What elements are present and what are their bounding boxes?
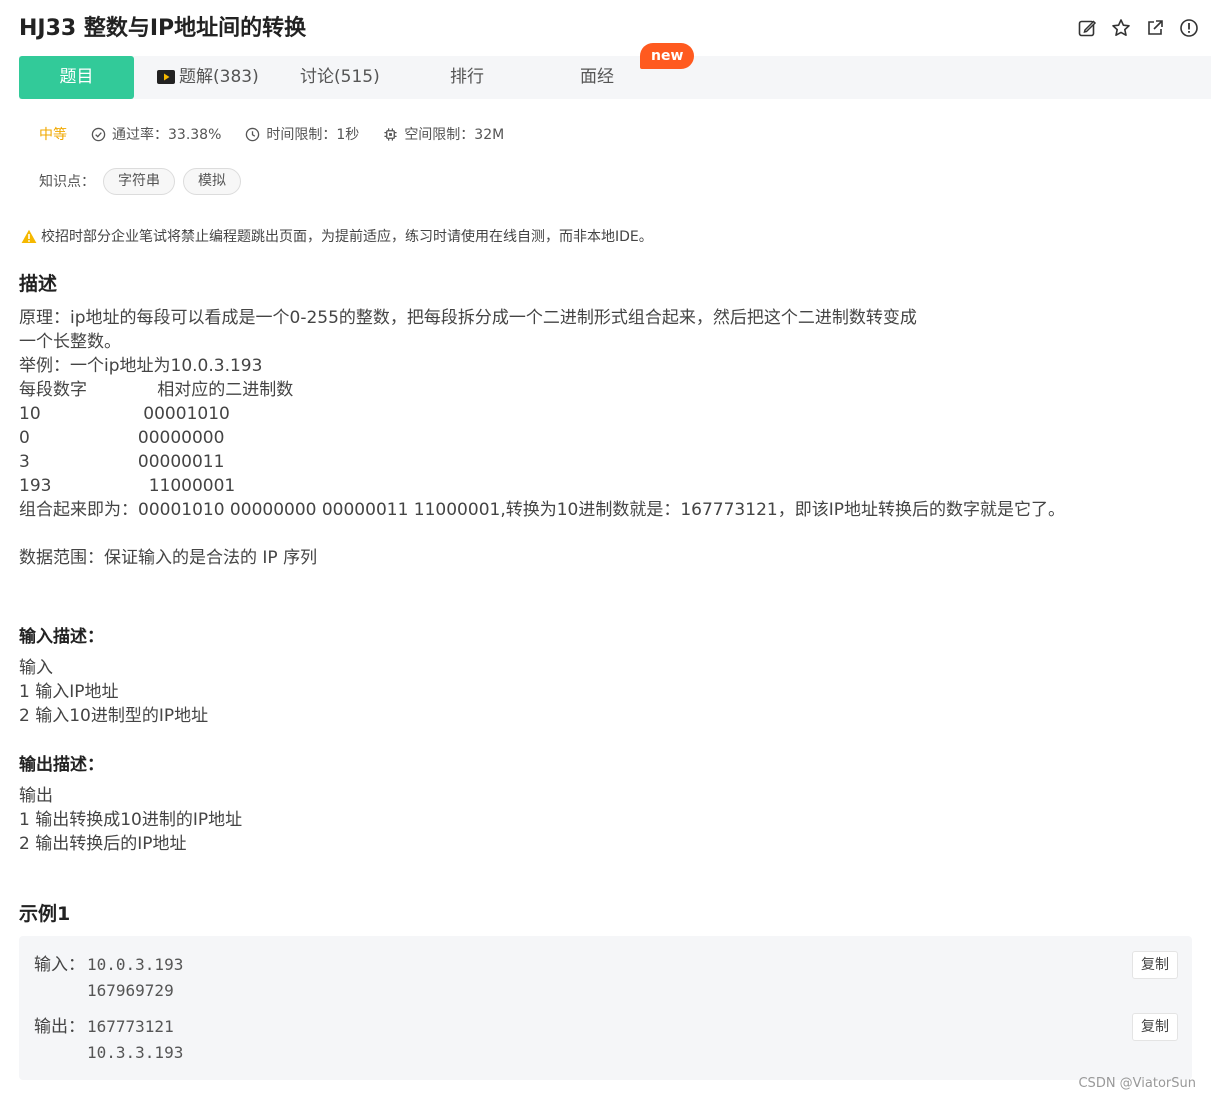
tab-ranking[interactable]: 排行 xyxy=(450,56,484,99)
knowledge-label: 知识点： xyxy=(39,174,95,190)
description-body: 原理：ip地址的每段可以看成是一个0-255的整数，把每段拆分成一个二进制形式组… xyxy=(19,308,1065,568)
memory-limit: 空间限制：32M xyxy=(383,124,504,144)
page-title: HJ33 整数与IP地址间的转换 xyxy=(19,16,307,41)
knowledge-tags: 知识点： 字符串 模拟 xyxy=(39,167,241,195)
input-description-heading: 输入描述： xyxy=(19,627,104,647)
pass-rate-text: 通过率：33.38% xyxy=(112,127,222,143)
edit-icon[interactable] xyxy=(1077,18,1097,38)
output-description-body: 输出 1 输出转换成10进制的IP地址 2 输出转换后的IP地址 xyxy=(19,786,243,854)
example-output-label: 输出： xyxy=(34,1017,85,1037)
tab-solutions-label: 题解(383) xyxy=(179,67,259,87)
new-badge: new xyxy=(640,43,695,69)
tab-interview-label: 面经 xyxy=(580,67,614,87)
description-heading: 描述 xyxy=(19,273,58,295)
example-box: 输入： 10.0.3.193 167969729 复制 输出： 167773121 … xyxy=(19,936,1192,1080)
copy-output-button[interactable]: 复制 xyxy=(1132,1013,1178,1041)
video-icon xyxy=(157,70,175,84)
share-icon[interactable] xyxy=(1145,18,1165,38)
title-bar: HJ33 整数与IP地址间的转换 xyxy=(19,14,1199,44)
tab-ranking-label: 排行 xyxy=(450,67,484,87)
warning-notice: 校招时部分企业笔试将禁止编程题跳出页面，为提前适应，练习时请使用在线自测，而非本… xyxy=(21,226,653,246)
time-limit: 时间限制：1秒 xyxy=(245,124,359,144)
warning-icon xyxy=(21,229,37,243)
input-description-body: 输入 1 输入IP地址 2 输入10进制型的IP地址 xyxy=(19,658,209,726)
report-icon[interactable] xyxy=(1179,18,1199,38)
example-input-label: 输入： xyxy=(34,955,85,975)
pass-rate: 通过率：33.38% xyxy=(91,124,221,144)
tag-string[interactable]: 字符串 xyxy=(103,167,175,195)
problem-tabs: 题目 题解(383) 讨论(515) 排行 面经 xyxy=(19,56,1211,99)
tag-simulation[interactable]: 模拟 xyxy=(183,167,241,195)
check-circle-icon xyxy=(91,127,106,141)
example-output: 输出： 167773121 10.3.3.193 xyxy=(34,1014,183,1066)
example-input: 输入： 10.0.3.193 167969729 xyxy=(34,952,183,1004)
chip-icon xyxy=(384,127,397,141)
copy-input-button[interactable]: 复制 xyxy=(1132,951,1178,979)
tab-solutions[interactable]: 题解(383) xyxy=(157,56,259,99)
title-actions xyxy=(1077,18,1199,38)
example-output-values: 167773121 10.3.3.193 xyxy=(87,1017,184,1062)
warning-text: 校招时部分企业笔试将禁止编程题跳出页面，为提前适应，练习时请使用在线自测，而非本… xyxy=(41,229,653,245)
problem-meta: 中等 通过率：33.38% 时间限制：1秒 空间限制：32M xyxy=(39,124,528,144)
example-input-values: 10.0.3.193 167969729 xyxy=(87,955,184,1000)
tab-interview[interactable]: 面经 xyxy=(580,56,614,99)
tab-problem[interactable]: 题目 xyxy=(19,56,134,99)
time-limit-text: 时间限制：1秒 xyxy=(266,127,360,143)
watermark: CSDN @ViatorSun xyxy=(1078,1076,1196,1091)
clock-icon xyxy=(246,127,260,141)
memory-limit-text: 空间限制：32M xyxy=(404,127,505,143)
tab-discussion-label: 讨论(515) xyxy=(300,67,380,87)
tab-discussion[interactable]: 讨论(515) xyxy=(300,56,380,99)
output-description-heading: 输出描述： xyxy=(19,755,104,775)
example-heading: 示例1 xyxy=(19,903,71,925)
difficulty-label: 中等 xyxy=(39,127,67,143)
tab-problem-label: 题目 xyxy=(59,67,94,87)
star-icon[interactable] xyxy=(1111,18,1131,38)
